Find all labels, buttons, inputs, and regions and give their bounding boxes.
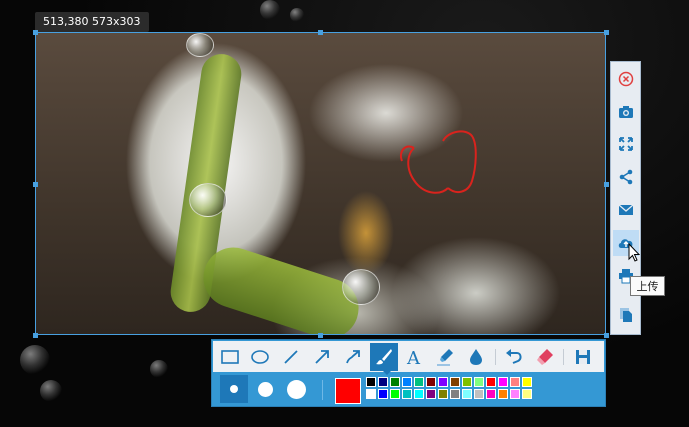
highlighter-tool[interactable] [431, 343, 459, 371]
copy-icon [620, 308, 632, 322]
eraser-icon [537, 349, 553, 365]
active-tool-indicator [383, 371, 391, 375]
brush-size-small[interactable] [220, 375, 248, 403]
blur-tool[interactable] [462, 343, 490, 371]
color-swatch[interactable] [426, 377, 436, 387]
color-swatch[interactable] [462, 377, 472, 387]
resize-handle-sw[interactable] [33, 333, 38, 338]
close-icon [618, 71, 634, 87]
color-swatch[interactable] [450, 389, 460, 399]
color-swatch[interactable] [510, 389, 520, 399]
text-icon: A [406, 348, 421, 366]
brush-tool[interactable] [370, 343, 398, 371]
brush-size-large[interactable] [282, 375, 310, 403]
color-swatch[interactable] [390, 377, 400, 387]
size-dot [257, 381, 273, 397]
rectangle-tool[interactable] [216, 343, 244, 371]
color-palette [366, 377, 533, 400]
color-swatch[interactable] [414, 389, 424, 399]
line-tool[interactable] [277, 343, 305, 371]
color-swatch[interactable] [498, 377, 508, 387]
undo-icon [506, 349, 522, 364]
highlighter-icon [437, 349, 453, 366]
color-swatch[interactable] [378, 389, 388, 399]
color-swatch[interactable] [438, 377, 448, 387]
size-dot [230, 385, 238, 393]
mouse-cursor-icon [628, 243, 640, 262]
color-swatch[interactable] [486, 389, 496, 399]
resize-handle-w[interactable] [33, 182, 38, 187]
email-button[interactable] [613, 197, 639, 223]
brush-size-medium[interactable] [251, 375, 279, 403]
color-swatch[interactable] [474, 377, 484, 387]
tool-row: A [213, 341, 604, 372]
eraser-tool[interactable] [531, 343, 559, 371]
current-color[interactable] [335, 378, 361, 404]
screenshot-button[interactable] [613, 99, 639, 125]
toolbar-divider [563, 349, 564, 365]
capture-selection[interactable] [35, 32, 606, 335]
resize-handle-ne[interactable] [604, 30, 609, 35]
color-swatch[interactable] [498, 389, 508, 399]
color-swatch[interactable] [378, 377, 388, 387]
color-swatch[interactable] [438, 389, 448, 399]
background-drop [40, 380, 62, 402]
color-swatch[interactable] [522, 389, 532, 399]
toolbar-divider [322, 380, 323, 400]
size-dot [286, 379, 306, 399]
ellipse-tool[interactable] [246, 343, 274, 371]
save-button[interactable] [569, 343, 597, 371]
color-swatch[interactable] [402, 389, 412, 399]
color-swatch[interactable] [366, 389, 376, 399]
color-swatch[interactable] [474, 389, 484, 399]
mail-icon [618, 204, 634, 215]
blur-icon [470, 349, 482, 365]
upload-tooltip: 上传 [630, 276, 665, 296]
background-drop [260, 0, 280, 20]
arrow-icon [315, 350, 329, 364]
share-button[interactable] [613, 164, 639, 190]
color-swatch[interactable] [402, 377, 412, 387]
background-drop [150, 360, 168, 378]
resize-handle-s[interactable] [318, 333, 323, 338]
curved-arrow-tool[interactable] [339, 343, 367, 371]
color-swatch[interactable] [390, 389, 400, 399]
red-brush-annotation [400, 130, 477, 194]
svg-text:A: A [406, 348, 421, 366]
undo-button[interactable] [500, 343, 528, 371]
ellipse-icon [251, 350, 269, 364]
color-swatch[interactable] [522, 377, 532, 387]
resize-handle-se[interactable] [604, 333, 609, 338]
color-swatch[interactable] [414, 377, 424, 387]
resize-handle-n[interactable] [318, 30, 323, 35]
resize-handle-nw[interactable] [33, 30, 38, 35]
fullscreen-icon [619, 137, 633, 151]
background-drop [20, 345, 50, 375]
drawing-toolbar: A [211, 339, 606, 407]
line-icon [284, 350, 298, 364]
curved-arrow-icon [346, 350, 360, 364]
color-swatch[interactable] [426, 389, 436, 399]
copy-button[interactable] [613, 302, 639, 328]
color-swatch[interactable] [366, 377, 376, 387]
toolbar-divider [495, 349, 496, 365]
rectangle-icon [221, 350, 239, 364]
text-tool[interactable]: A [400, 343, 428, 371]
fullscreen-button[interactable] [613, 131, 639, 157]
color-swatch[interactable] [486, 377, 496, 387]
arrow-tool[interactable] [308, 343, 336, 371]
color-swatch[interactable] [450, 377, 460, 387]
color-swatch[interactable] [462, 389, 472, 399]
brush-icon [376, 349, 392, 365]
share-icon [619, 169, 633, 185]
color-swatch[interactable] [510, 377, 520, 387]
resize-handle-e[interactable] [604, 182, 609, 187]
close-button[interactable] [613, 66, 639, 92]
background-drop [290, 8, 304, 22]
save-icon [576, 350, 590, 364]
selection-size-label: 513,380 573x303 [35, 12, 149, 32]
camera-icon [619, 106, 633, 118]
